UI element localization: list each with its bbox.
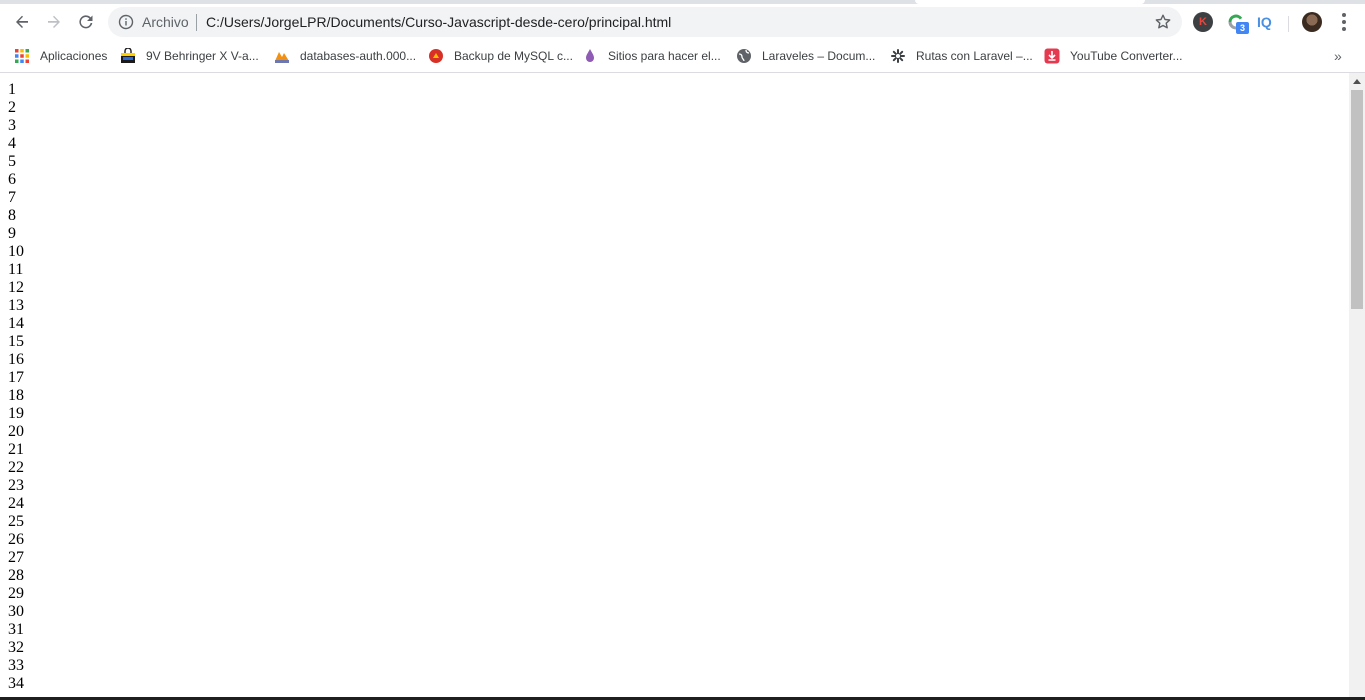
number-line: 17 xyxy=(8,369,24,386)
star-icon[interactable] xyxy=(1154,13,1172,31)
star-burst-icon xyxy=(891,49,905,63)
bookmark-label: 9V Behringer X V-a... xyxy=(146,49,259,63)
number-line: 8 xyxy=(8,207,16,224)
number-line: 21 xyxy=(8,441,24,458)
forward-arrow-icon xyxy=(48,15,60,28)
number-line: 20 xyxy=(8,423,24,440)
bookmarks-bar: Aplicaciones 9V Behringer X V-a... datab… xyxy=(0,40,1365,73)
phpmyadmin-icon xyxy=(275,52,289,63)
extension-k-label: K xyxy=(1199,16,1207,28)
number-line: 28 xyxy=(8,567,24,584)
number-list: 1 2 3 4 5 6 7 8 9 10 11 12 13 14 15 16 17 18 19 20 21 22 23 24 2… xyxy=(8,81,24,693)
number-line: 16 xyxy=(8,351,24,368)
bookmark-youtube-converter[interactable]: YouTube Converter... xyxy=(1044,46,1183,66)
scroll-up-arrow-icon xyxy=(1353,78,1361,84)
bookmark-label: YouTube Converter... xyxy=(1070,49,1183,63)
extension-iq-button[interactable]: IQ xyxy=(1257,12,1277,32)
bookmark-label: Laraveles – Docum... xyxy=(762,49,876,63)
number-line: 14 xyxy=(8,315,24,332)
reload-button[interactable] xyxy=(74,10,98,34)
number-line: 13 xyxy=(8,297,24,314)
extension-k-button[interactable]: K xyxy=(1193,12,1213,32)
globe-icon xyxy=(737,49,751,63)
number-line: 19 xyxy=(8,405,24,422)
page-content: 1 2 3 4 5 6 7 8 9 10 11 12 13 14 15 16 17 18 19 20 21 22 23 24 2… xyxy=(0,73,1349,700)
extension-grammar-button[interactable]: 3 xyxy=(1226,12,1249,34)
apps-grid-icon xyxy=(15,49,29,63)
number-line: 11 xyxy=(8,261,24,278)
browser-toolbar: Archivo C:/Users/JorgeLPR/Documents/Curs… xyxy=(0,4,1365,40)
bookmark-apps[interactable]: Aplicaciones xyxy=(14,46,107,66)
number-line: 5 xyxy=(8,153,16,170)
address-bar[interactable]: Archivo C:/Users/JorgeLPR/Documents/Curs… xyxy=(108,7,1182,37)
vertical-scrollbar[interactable] xyxy=(1349,73,1365,700)
omnibox-divider xyxy=(196,14,197,31)
bookmark-label: Backup de MySQL c... xyxy=(454,49,573,63)
red-circle-icon xyxy=(429,49,443,63)
back-button[interactable] xyxy=(10,10,34,34)
number-line: 34 xyxy=(8,675,24,692)
download-icon xyxy=(1044,48,1060,64)
reload-icon xyxy=(79,15,93,29)
bookmark-databases[interactable]: databases-auth.000... xyxy=(274,46,416,66)
bookmark-backup-mysql[interactable]: Backup de MySQL c... xyxy=(428,46,573,66)
number-line: 27 xyxy=(8,549,24,566)
bookmark-label: Rutas con Laravel –... xyxy=(916,49,1033,63)
number-line: 15 xyxy=(8,333,24,350)
number-line: 4 xyxy=(8,135,16,152)
toolbar-divider xyxy=(1288,16,1289,32)
bookmark-label: Aplicaciones xyxy=(40,49,108,63)
number-line: 10 xyxy=(8,243,24,260)
bookmark-laraveles[interactable]: Laraveles – Docum... xyxy=(736,46,875,66)
number-line: 24 xyxy=(8,495,24,512)
page-scheme-label: Archivo xyxy=(142,14,189,30)
bookmark-behringer[interactable]: 9V Behringer X V-a... xyxy=(120,46,259,66)
bookmark-label: databases-auth.000... xyxy=(300,49,417,63)
url-text[interactable]: C:/Users/JorgeLPR/Documents/Curso-Javasc… xyxy=(206,14,671,30)
number-line: 31 xyxy=(8,621,24,638)
bookmarks-overflow-button[interactable]: » xyxy=(1334,48,1342,64)
number-line: 7 xyxy=(8,189,16,206)
scroll-thumb[interactable] xyxy=(1351,90,1363,309)
number-line: 3 xyxy=(8,117,16,134)
number-line: 2 xyxy=(8,99,16,116)
number-line: 12 xyxy=(8,279,24,296)
extension-iq-label: IQ xyxy=(1257,14,1272,30)
number-line: 26 xyxy=(8,531,24,548)
profile-avatar[interactable] xyxy=(1302,12,1322,32)
number-line: 9 xyxy=(8,225,16,242)
number-line: 22 xyxy=(8,459,24,476)
bookmark-sitios[interactable]: Sitios para hacer el... xyxy=(582,46,721,66)
number-line: 25 xyxy=(8,513,24,530)
number-line: 33 xyxy=(8,657,24,674)
info-icon[interactable] xyxy=(118,14,134,30)
number-line: 23 xyxy=(8,477,24,494)
scroll-up-button[interactable] xyxy=(1349,73,1365,89)
number-line: 29 xyxy=(8,585,24,602)
bookmark-label: Sitios para hacer el... xyxy=(608,49,721,63)
number-line: 18 xyxy=(8,387,24,404)
back-arrow-icon xyxy=(16,15,28,28)
number-line: 1 xyxy=(8,81,16,98)
bookmark-rutas-laravel[interactable]: Rutas con Laravel –... xyxy=(890,46,1033,66)
number-line: 32 xyxy=(8,639,24,656)
purple-drop-icon xyxy=(586,49,594,62)
kebab-menu-icon[interactable] xyxy=(1336,12,1352,32)
number-line: 6 xyxy=(8,171,16,188)
number-line: 30 xyxy=(8,603,24,620)
forward-button[interactable] xyxy=(42,10,66,34)
extension-badge-count: 3 xyxy=(1236,22,1249,34)
shopping-bag-icon xyxy=(121,48,135,63)
